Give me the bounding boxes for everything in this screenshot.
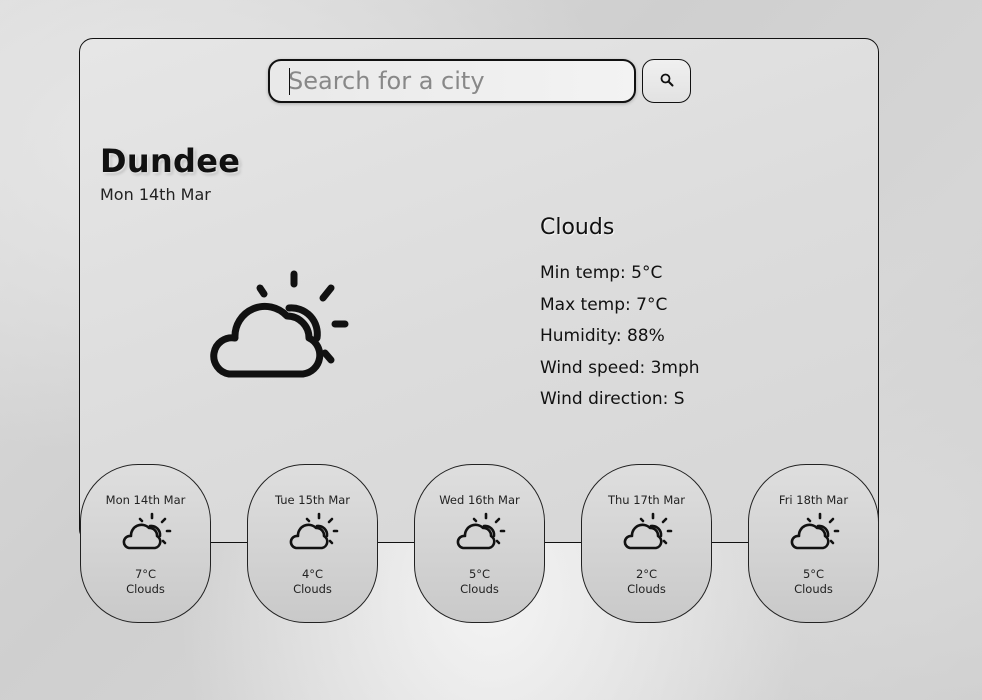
forecast-condition: Clouds xyxy=(126,582,165,596)
wind-direction: Wind direction: S xyxy=(540,389,685,409)
current-condition: Clouds xyxy=(540,215,615,240)
forecast-card: Thu 17th Mar 2°C Clouds xyxy=(581,464,712,623)
partly-cloudy-icon xyxy=(121,511,173,553)
text-caret xyxy=(289,68,290,95)
forecast-condition: Clouds xyxy=(460,582,499,596)
city-name: Dundee xyxy=(100,142,241,180)
partly-cloudy-icon xyxy=(205,266,355,386)
search-input[interactable] xyxy=(268,59,636,103)
forecast-temp: 7°C xyxy=(134,567,157,581)
humidity: Humidity: 88% xyxy=(540,326,665,346)
forecast-temp: 5°C xyxy=(468,567,491,581)
forecast-date: Thu 17th Mar xyxy=(607,493,686,507)
search-button[interactable] xyxy=(642,59,691,103)
current-date: Mon 14th Mar xyxy=(100,185,211,204)
forecast-card: Mon 14th Mar 7°C Clouds xyxy=(80,464,211,623)
min-temp: Min temp: 5°C xyxy=(540,263,663,283)
forecast-condition: Clouds xyxy=(627,582,666,596)
forecast-date: Tue 15th Mar xyxy=(274,493,351,507)
forecast-card: Fri 18th Mar 5°C Clouds xyxy=(748,464,879,623)
forecast-date: Mon 14th Mar xyxy=(105,493,186,507)
partly-cloudy-icon xyxy=(455,511,507,553)
max-temp: Max temp: 7°C xyxy=(540,294,668,315)
forecast-card: Tue 15th Mar 4°C Clouds xyxy=(247,464,378,623)
search-icon xyxy=(660,72,674,91)
wind-speed: Wind speed: 3mph xyxy=(540,357,700,378)
forecast-temp: 4°C xyxy=(301,567,324,581)
weather-details: Clouds Min temp: 5°C Max temp: 7°C Humid… xyxy=(540,215,700,416)
partly-cloudy-icon xyxy=(288,511,340,553)
forecast-temp: 2°C xyxy=(635,567,658,581)
forecast-card: Wed 16th Mar 5°C Clouds xyxy=(414,464,545,623)
forecast-date: Fri 18th Mar xyxy=(778,493,849,507)
partly-cloudy-icon xyxy=(622,511,674,553)
forecast-date: Wed 16th Mar xyxy=(439,493,520,507)
forecast-condition: Clouds xyxy=(794,582,833,596)
forecast-temp: 5°C xyxy=(802,567,825,581)
forecast-condition: Clouds xyxy=(293,582,332,596)
partly-cloudy-icon xyxy=(789,511,841,553)
